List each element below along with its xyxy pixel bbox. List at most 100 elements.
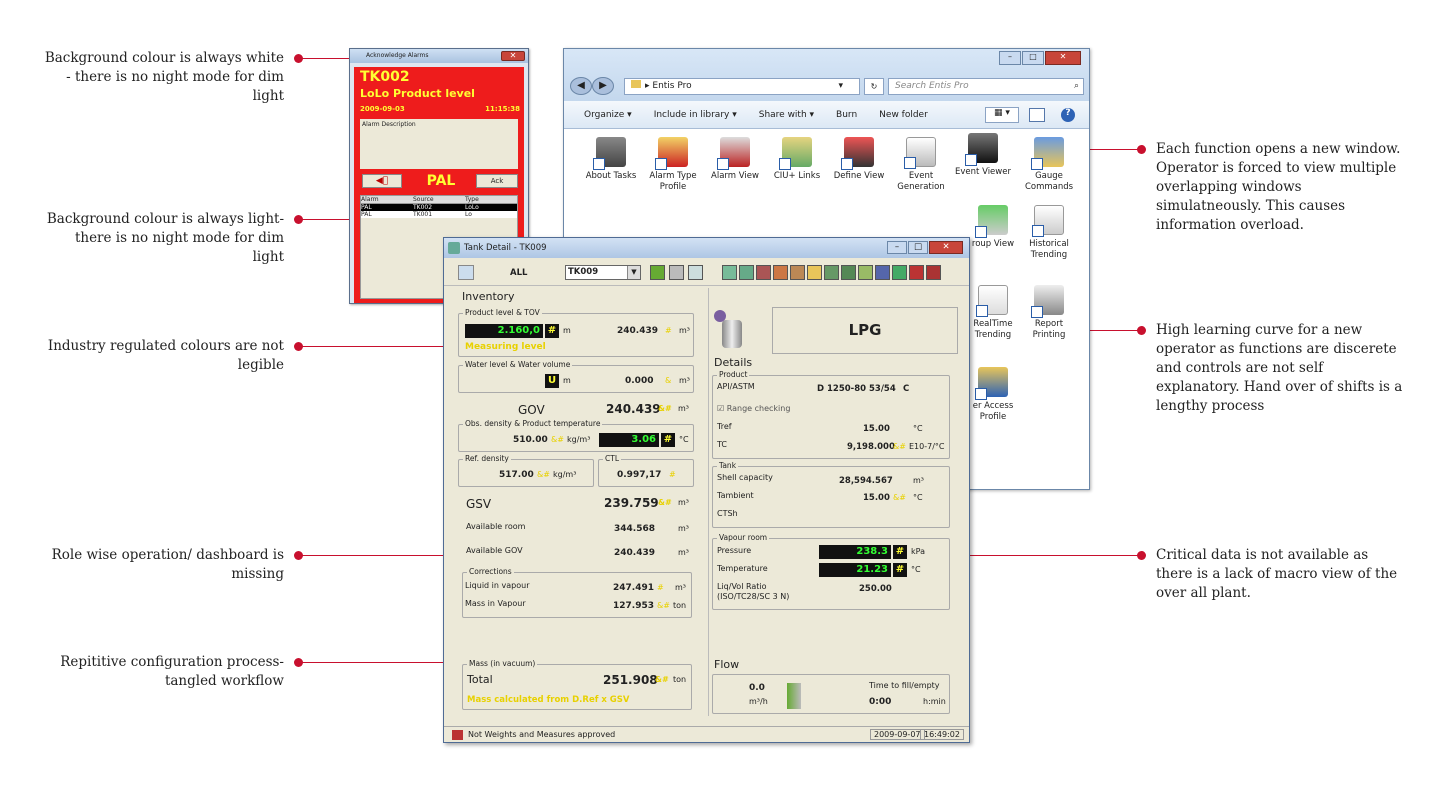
cell: PAL (361, 211, 372, 218)
unit: kPa (911, 547, 925, 556)
close-button[interactable]: ✕ (1045, 51, 1081, 65)
unit: m³ (913, 476, 924, 485)
unit: ton (673, 601, 687, 610)
maximize-button[interactable]: □ (1022, 51, 1044, 65)
folder-icon[interactable] (807, 265, 822, 280)
select-tank-icon[interactable] (458, 265, 474, 280)
gauge-commands-shortcut[interactable]: Gauge Commands (1020, 137, 1078, 193)
chart-icon[interactable] (650, 265, 665, 280)
product-temperature-value: 3.06 (599, 433, 659, 447)
group-label: Product level & TOV (463, 308, 542, 317)
ctsh-label: CTSh (717, 509, 738, 518)
flag: &# (537, 470, 550, 479)
shortcut-label: About Tasks (585, 171, 637, 181)
tank-select[interactable]: TK009 ▼ (565, 265, 641, 280)
tref-value: 15.00 (863, 424, 890, 434)
search-icon[interactable]: ⌕ (1074, 79, 1079, 94)
search-input[interactable]: Search Entis Pro ⌕ (888, 78, 1084, 95)
window-controls: – □ ✕ (999, 51, 1081, 65)
alarm-icon[interactable] (756, 265, 771, 280)
annotation-multiple-windows: Each function opens a new window. Operat… (1156, 141, 1401, 233)
burn-button[interactable]: Burn (836, 110, 857, 120)
alarm-time: 11:15:38 (485, 105, 520, 113)
ack-button[interactable]: Ack (476, 174, 518, 188)
alarm-row[interactable]: PAL TK001 Lo (361, 211, 517, 218)
alarm-row[interactable]: PAL TK002 LoLo (361, 204, 517, 211)
refresh-button[interactable]: ↻ (864, 78, 884, 95)
flag: &# (657, 601, 670, 610)
forward-button[interactable]: ▶ (592, 77, 614, 95)
about-tasks-shortcut[interactable]: About Tasks (582, 137, 640, 182)
col-alarm: Alarm (361, 196, 379, 203)
flag: # (657, 583, 664, 592)
annotation-leader (300, 58, 350, 59)
table-icon[interactable] (892, 265, 907, 280)
help-icon[interactable]: ? (1061, 107, 1075, 122)
define-view-shortcut[interactable]: Define View (830, 137, 888, 182)
flag: &# (655, 675, 669, 684)
flow-group: 0.0 m³/h Time to fill/empty 0:00 h:min (712, 674, 950, 714)
zoom-icon[interactable] (739, 265, 754, 280)
report-printing-shortcut[interactable]: Report Printing (1020, 285, 1078, 341)
shortcut-label: er Access Profile (972, 401, 1014, 422)
minimize-button[interactable]: – (999, 51, 1021, 65)
flag: & (665, 376, 672, 385)
product-level-group: Product level & TOV 2.160,0 # m 240.439 … (458, 308, 694, 357)
chevron-down-icon[interactable]: ▼ (627, 266, 640, 279)
mute-speaker-button[interactable]: ◀ﾞ (362, 174, 402, 188)
unit: h:min (923, 697, 946, 706)
config-icon[interactable] (858, 265, 873, 280)
user-folder-icon (975, 367, 1008, 400)
preview-pane-icon[interactable] (1029, 107, 1045, 122)
product-group: Product API/ASTM D 1250-80 53/54 C ☑ Ran… (712, 370, 950, 459)
ciu-links-shortcut[interactable]: CIU+ Links (768, 137, 826, 182)
group-view-shortcut[interactable]: roup View (964, 205, 1022, 250)
water-group: Water level & Water volume U m 0.000 & m… (458, 360, 694, 393)
share-with-menu[interactable]: Share with ▾ (759, 110, 814, 120)
pressure-label: Pressure (717, 546, 752, 555)
toolbar: ALL TK009 ▼ (444, 260, 969, 286)
tank-titlebar: Tank Detail - TK009 – □ ✕ (444, 238, 969, 258)
close-button[interactable]: ✕ (501, 51, 525, 61)
tank-level-icon[interactable] (688, 265, 703, 280)
search-icon[interactable] (722, 265, 737, 280)
grid-icon[interactable] (824, 265, 839, 280)
ctl-group: CTL 0.997,17 # (598, 454, 694, 487)
event-generation-shortcut[interactable]: Event Generation (892, 137, 950, 193)
report-icon[interactable] (773, 265, 788, 280)
address-bar[interactable]: ▸ Entis Pro ▾ (624, 78, 860, 95)
list-icon[interactable] (875, 265, 890, 280)
include-library-menu[interactable]: Include in library ▾ (654, 110, 737, 120)
filter-all[interactable]: ALL (510, 268, 527, 278)
minimize-button[interactable]: – (887, 241, 907, 254)
trend-icon[interactable] (841, 265, 856, 280)
col-type: Type (465, 196, 479, 203)
tank-select-value: TK009 (568, 267, 599, 277)
alarm-type-profile-shortcut[interactable]: Alarm Type Profile (644, 137, 702, 193)
range-checking-checkbox[interactable]: ☑ Range checking (717, 404, 790, 413)
tambient-value: 15.00 (863, 493, 890, 503)
total-label: Total (467, 673, 493, 686)
back-button[interactable]: ◀ (570, 77, 592, 95)
maximize-button[interactable]: □ (908, 241, 928, 254)
group-label: Corrections (467, 567, 514, 576)
realtime-trending-shortcut[interactable]: RealTime Trending (964, 285, 1022, 341)
links-icon (779, 137, 812, 170)
close-button[interactable]: ✕ (929, 241, 963, 254)
organize-menu[interactable]: Organize ▾ (584, 110, 632, 120)
historical-trending-shortcut[interactable]: Historical Trending (1020, 205, 1078, 261)
user-access-profile-shortcut[interactable]: er Access Profile (964, 367, 1022, 423)
manual-icon[interactable] (926, 265, 941, 280)
chevron-down-icon[interactable]: ▾ (838, 79, 843, 94)
book-icon[interactable] (790, 265, 805, 280)
event-viewer-shortcut[interactable]: Event Viewer (954, 133, 1012, 178)
flow-value: 0.0 (749, 683, 765, 693)
new-folder-button[interactable]: New folder (879, 110, 928, 120)
alarm-view-shortcut[interactable]: Alarm View (706, 137, 764, 182)
tools-icon[interactable] (909, 265, 924, 280)
print-icon[interactable] (669, 265, 684, 280)
hash-flag: # (661, 433, 675, 447)
shortcut-label: roup View (971, 239, 1015, 249)
view-options-icon[interactable]: ▦ ▾ (985, 106, 1019, 123)
trend-chart-icon (1032, 205, 1064, 237)
